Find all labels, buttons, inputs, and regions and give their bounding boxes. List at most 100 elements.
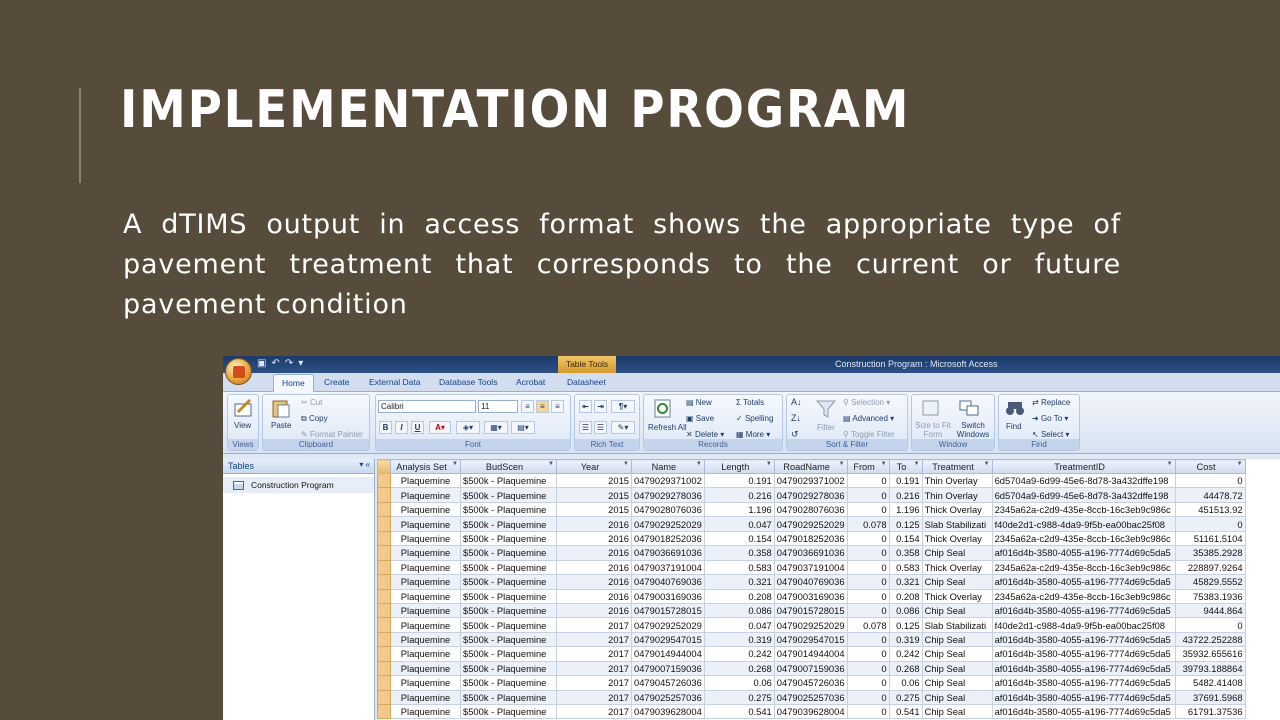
- size-to-fit-form-button[interactable]: Size to Fit Form: [915, 421, 951, 439]
- table-row[interactable]: Plaquemine $500k - Plaquemine 2016 04790292…: [377, 516, 1246, 532]
- cell-treatment[interactable]: Thin Overlay: [921, 487, 993, 503]
- cell-name[interactable]: 0479029278036: [631, 487, 705, 503]
- table-row[interactable]: Plaquemine $500k - Plaquemine 2016 04790371…: [377, 559, 1246, 576]
- cell-name[interactable]: 0479015728015: [631, 602, 705, 619]
- record-selector[interactable]: [377, 574, 391, 590]
- column-header-budscen[interactable]: BudScen ▼: [460, 459, 557, 474]
- sort-descending-button[interactable]: Z↓: [791, 413, 801, 423]
- record-selector[interactable]: [377, 472, 391, 489]
- redo-icon[interactable]: ↷: [285, 358, 293, 369]
- customize-qat-icon[interactable]: ▾: [298, 358, 303, 369]
- cell-treatment[interactable]: Thick Overlay: [921, 530, 993, 547]
- cell-name[interactable]: 0479018252036: [631, 530, 705, 547]
- cell-year[interactable]: 2016: [556, 545, 632, 561]
- gridlines-button[interactable]: ▦▾: [484, 421, 508, 434]
- cell-budscen[interactable]: $500k - Plaquemine: [460, 675, 557, 691]
- cell-length[interactable]: 0.191: [703, 472, 775, 489]
- cell-cost[interactable]: 75383.1936: [1174, 588, 1246, 604]
- nav-pane-controls[interactable]: ▾ «: [359, 460, 370, 469]
- cell-cost[interactable]: 39793.188864: [1174, 660, 1246, 677]
- italic-button[interactable]: I: [395, 421, 408, 434]
- cell-treatment[interactable]: Chip Seal: [921, 631, 993, 648]
- toggle-filter-button[interactable]: ⚲ Toggle Filter: [843, 430, 895, 439]
- cell-length[interactable]: 0.216: [703, 487, 775, 503]
- cell-analysis-set[interactable]: Plaquemine: [390, 689, 461, 706]
- cell-from[interactable]: 0: [846, 559, 890, 576]
- cell-treatmentid[interactable]: af016d4b-3580-4055-a196-7774d69c5da5: [991, 703, 1176, 720]
- cell-treatment[interactable]: Chip Seal: [921, 545, 993, 561]
- cell-roadname[interactable]: 0479029252029: [773, 617, 848, 633]
- cell-to[interactable]: 0.208: [888, 588, 923, 604]
- cell-treatmentid[interactable]: af016d4b-3580-4055-a196-7774d69c5da5: [991, 574, 1176, 590]
- cell-analysis-set[interactable]: Plaquemine: [390, 501, 461, 518]
- spelling-button[interactable]: ✓ Spelling: [736, 414, 773, 423]
- cell-treatment[interactable]: Thick Overlay: [921, 588, 993, 604]
- cell-budscen[interactable]: $500k - Plaquemine: [460, 660, 557, 677]
- cell-treatment[interactable]: Slab Stabilizati: [921, 617, 993, 633]
- cell-name[interactable]: 0479007159036: [631, 660, 705, 677]
- undo-icon[interactable]: ↶: [271, 358, 279, 369]
- column-header-roadname[interactable]: RoadName ▼: [773, 459, 848, 474]
- cell-from[interactable]: 0: [846, 703, 890, 720]
- table-row[interactable]: Plaquemine $500k - Plaquemine 2017 04790292…: [377, 617, 1246, 633]
- cell-to[interactable]: 0.191: [888, 472, 923, 489]
- cell-treatment[interactable]: Thin Overlay: [921, 472, 993, 489]
- cell-name[interactable]: 0479036691036: [631, 545, 705, 561]
- decrease-indent-button[interactable]: ⇤: [579, 400, 592, 413]
- align-right-button[interactable]: ≡: [551, 400, 564, 413]
- cell-budscen[interactable]: $500k - Plaquemine: [460, 703, 557, 720]
- cell-year[interactable]: 2017: [556, 617, 632, 633]
- table-row[interactable]: Plaquemine $500k - Plaquemine 2015 04790280…: [377, 501, 1246, 518]
- cell-roadname[interactable]: 0479025257036: [773, 689, 848, 706]
- column-dropdown-icon[interactable]: ▼: [1237, 461, 1243, 467]
- cell-treatmentid[interactable]: 2345a62a-c2d9-435e-8ccb-16c3eb9c986c: [991, 530, 1176, 547]
- cell-cost[interactable]: 43722.252288: [1174, 631, 1246, 648]
- view-button[interactable]: View: [234, 421, 251, 430]
- increase-indent-button[interactable]: ⇥: [594, 400, 607, 413]
- cell-cost[interactable]: 35385.2928: [1174, 545, 1246, 561]
- font-color-button[interactable]: A▾: [429, 421, 451, 434]
- cell-to[interactable]: 0.06: [888, 675, 923, 691]
- cell-budscen[interactable]: $500k - Plaquemine: [460, 689, 557, 706]
- column-header-cost[interactable]: Cost ▼: [1174, 459, 1246, 474]
- cell-name[interactable]: 0479029547015: [631, 631, 705, 648]
- cell-treatmentid[interactable]: af016d4b-3580-4055-a196-7774d69c5da5: [991, 689, 1176, 706]
- cell-to[interactable]: 0.583: [888, 559, 923, 576]
- cell-name[interactable]: 0479029371002: [631, 472, 705, 489]
- cell-to[interactable]: 0.268: [888, 660, 923, 677]
- record-selector[interactable]: [377, 501, 391, 518]
- cell-cost[interactable]: 228897.9264: [1174, 559, 1246, 576]
- underline-button[interactable]: U: [411, 421, 424, 434]
- cell-analysis-set[interactable]: Plaquemine: [390, 516, 461, 532]
- cell-to[interactable]: 0.086: [888, 602, 923, 619]
- cell-analysis-set[interactable]: Plaquemine: [390, 646, 461, 662]
- table-row[interactable]: Plaquemine $500k - Plaquemine 2015 04790292…: [377, 487, 1246, 503]
- tab-create[interactable]: Create: [324, 377, 350, 387]
- cell-length[interactable]: 0.047: [703, 516, 775, 532]
- cell-from[interactable]: 0: [846, 588, 890, 604]
- cell-budscen[interactable]: $500k - Plaquemine: [460, 588, 557, 604]
- record-selector[interactable]: [377, 602, 391, 619]
- cell-treatment[interactable]: Chip Seal: [921, 574, 993, 590]
- cell-cost[interactable]: 44478.72: [1174, 487, 1246, 503]
- paragraph-direction-button[interactable]: ¶▾: [611, 400, 635, 413]
- record-selector[interactable]: [377, 559, 391, 576]
- cell-year[interactable]: 2016: [556, 602, 632, 619]
- column-header-year[interactable]: Year ▼: [556, 459, 632, 474]
- go-to-button[interactable]: ➜ Go To ▾: [1032, 414, 1068, 423]
- cell-from[interactable]: 0: [846, 675, 890, 691]
- font-size-select[interactable]: 11: [478, 400, 518, 413]
- fill-color-button[interactable]: ◈▾: [456, 421, 480, 434]
- tab-datasheet[interactable]: Datasheet: [567, 377, 606, 387]
- cell-roadname[interactable]: 0479045726036: [773, 675, 848, 691]
- cell-year[interactable]: 2016: [556, 516, 632, 532]
- record-selector[interactable]: [377, 530, 391, 547]
- select-all-corner[interactable]: [377, 459, 391, 474]
- cell-to[interactable]: 1.196: [888, 501, 923, 518]
- column-header-from[interactable]: From ▼: [846, 459, 890, 474]
- tab-external-data[interactable]: External Data: [369, 377, 421, 387]
- cell-treatmentid[interactable]: 2345a62a-c2d9-435e-8ccb-16c3eb9c986c: [991, 559, 1176, 576]
- table-row[interactable]: Plaquemine $500k - Plaquemine 2017 04790149…: [377, 646, 1246, 662]
- cell-from[interactable]: 0: [846, 545, 890, 561]
- cell-cost[interactable]: 451513.92: [1174, 501, 1246, 518]
